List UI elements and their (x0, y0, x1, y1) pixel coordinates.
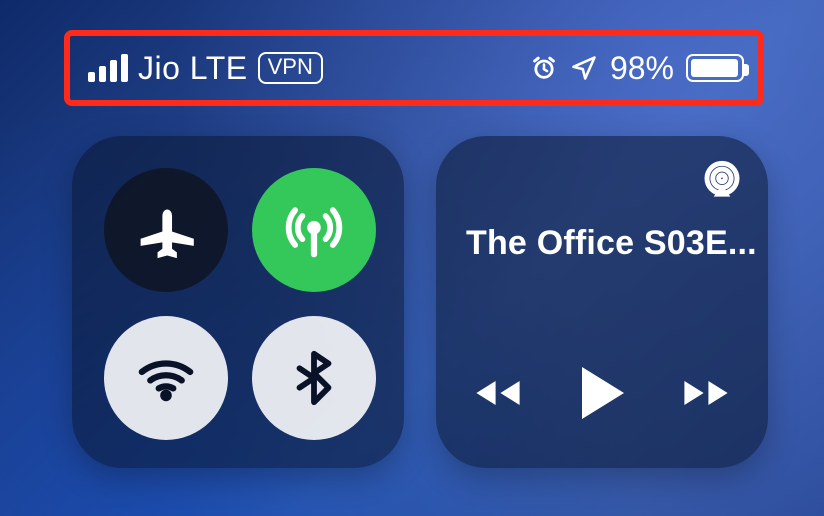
bluetooth-button[interactable] (252, 316, 376, 440)
status-left: Jio LTE VPN (88, 50, 323, 87)
wifi-button[interactable] (104, 316, 228, 440)
media-tile[interactable]: The Office S03E... (436, 136, 768, 468)
cellular-signal-icon (88, 54, 128, 82)
alarm-icon (530, 54, 558, 82)
play-button[interactable] (578, 365, 626, 424)
carrier-label: Jio LTE (138, 50, 248, 87)
fast-forward-button[interactable] (682, 373, 730, 416)
battery-percent-label: 98% (610, 50, 674, 87)
cellular-antenna-icon (285, 201, 343, 259)
now-playing-title: The Office S03E... (436, 224, 768, 263)
wifi-icon (137, 349, 195, 407)
status-bar-highlight: Jio LTE VPN 98% (64, 30, 764, 106)
airplay-icon (702, 160, 742, 200)
media-controls (436, 365, 768, 424)
battery-fill (691, 59, 738, 77)
airplay-button[interactable] (702, 160, 742, 200)
airplane-mode-button[interactable] (104, 168, 228, 292)
vpn-badge: VPN (258, 52, 323, 83)
status-right: 98% (530, 50, 744, 87)
rewind-button[interactable] (474, 373, 522, 416)
battery-icon (686, 54, 744, 82)
play-icon (578, 365, 626, 421)
control-center-tiles: The Office S03E... (72, 136, 768, 468)
bluetooth-icon (285, 349, 343, 407)
connectivity-tile[interactable] (72, 136, 404, 468)
rewind-icon (474, 373, 522, 413)
airplane-icon (137, 201, 195, 259)
location-icon (570, 54, 598, 82)
fast-forward-icon (682, 373, 730, 413)
cellular-data-button[interactable] (252, 168, 376, 292)
